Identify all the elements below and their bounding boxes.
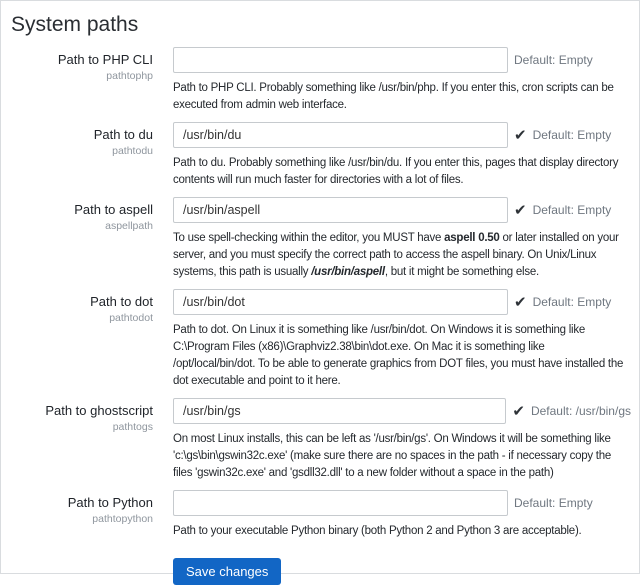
path-input-pathtopython[interactable]	[173, 490, 508, 516]
setting-label: Path to aspell	[11, 202, 153, 218]
setting-code: aspellpath	[11, 219, 153, 233]
setting-row-pathtodu: Path to du pathtodu ✔ Default: Empty Pat…	[11, 122, 629, 189]
setting-code: pathtodot	[11, 311, 153, 325]
setting-code: pathtopython	[11, 512, 153, 526]
path-input-pathtodot[interactable]	[173, 289, 508, 315]
save-changes-button[interactable]: Save changes	[173, 558, 281, 585]
path-input-pathtogs[interactable]	[173, 398, 506, 424]
setting-description: On most Linux installs, this can be left…	[173, 431, 631, 482]
check-icon: ✔	[512, 404, 525, 419]
default-hint: Default: Empty	[514, 496, 593, 510]
check-icon: ✔	[514, 295, 527, 310]
setting-code: pathtogs	[11, 420, 153, 434]
setting-label: Path to ghostscript	[11, 403, 153, 419]
check-icon: ✔	[514, 203, 527, 218]
setting-label: Path to PHP CLI	[11, 52, 153, 68]
default-hint: Default: Empty	[533, 203, 612, 217]
setting-label: Path to du	[11, 127, 153, 143]
page-title: System paths	[11, 13, 629, 37]
path-input-pathtophp[interactable]	[173, 47, 508, 73]
setting-code: pathtophp	[11, 69, 153, 83]
default-hint: Default: Empty	[533, 128, 612, 142]
setting-row-pathtogs: Path to ghostscript pathtogs ✔ Default: …	[11, 398, 629, 482]
default-hint: Default: /usr/bin/gs	[531, 404, 631, 418]
setting-description: Path to du. Probably something like /usr…	[173, 155, 629, 189]
setting-row-pathtodot: Path to dot pathtodot ✔ Default: Empty P…	[11, 289, 629, 390]
setting-row-aspellpath: Path to aspell aspellpath ✔ Default: Emp…	[11, 197, 629, 281]
setting-label: Path to Python	[11, 495, 153, 511]
default-hint: Default: Empty	[514, 53, 593, 67]
default-hint: Default: Empty	[533, 295, 612, 309]
setting-code: pathtodu	[11, 144, 153, 158]
setting-row-pathtophp: Path to PHP CLI pathtophp ✔ Default: Emp…	[11, 47, 629, 114]
setting-description: To use spell-checking within the editor,…	[173, 230, 629, 281]
setting-description: Path to PHP CLI. Probably something like…	[173, 80, 629, 114]
setting-description: Path to dot. On Linux it is something li…	[173, 322, 629, 390]
setting-description: Path to your executable Python binary (b…	[173, 523, 629, 540]
path-input-pathtodu[interactable]	[173, 122, 508, 148]
setting-label: Path to dot	[11, 294, 153, 310]
path-input-aspellpath[interactable]	[173, 197, 508, 223]
setting-row-pathtopython: Path to Python pathtopython ✔ Default: E…	[11, 490, 629, 540]
check-icon: ✔	[514, 128, 527, 143]
